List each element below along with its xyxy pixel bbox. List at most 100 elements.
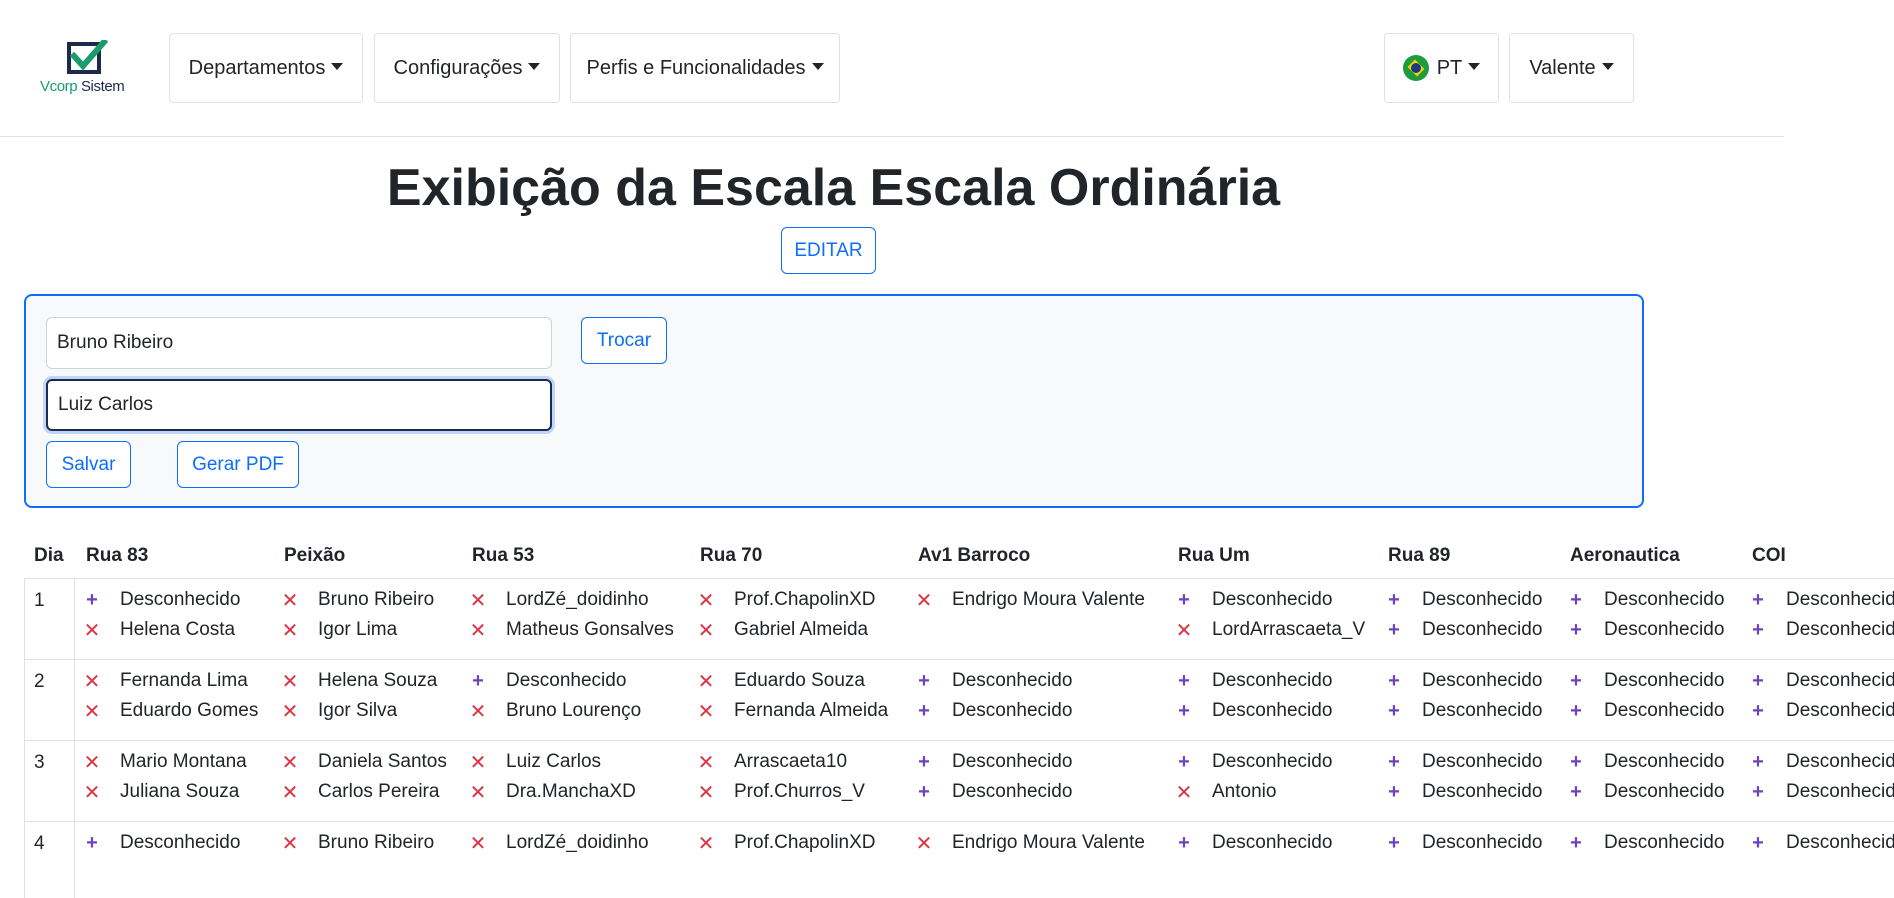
- remove-person-icon[interactable]: ✕: [1174, 618, 1194, 643]
- column-header: Rua 70: [700, 545, 763, 566]
- person-name: Igor Lima: [318, 619, 398, 640]
- remove-person-icon[interactable]: ✕: [280, 699, 300, 724]
- add-person-icon[interactable]: +: [1384, 751, 1404, 774]
- remove-person-icon[interactable]: ✕: [696, 669, 716, 694]
- remove-person-icon[interactable]: ✕: [696, 750, 716, 775]
- add-person-icon[interactable]: +: [82, 589, 102, 612]
- add-person-icon[interactable]: +: [468, 670, 488, 693]
- add-person-icon[interactable]: +: [1748, 589, 1768, 612]
- column-header: Rua Um: [1178, 545, 1250, 566]
- add-person-icon[interactable]: +: [1174, 700, 1194, 723]
- add-person-icon[interactable]: +: [1174, 589, 1194, 612]
- add-person-icon[interactable]: +: [1384, 589, 1404, 612]
- remove-person-icon[interactable]: ✕: [82, 669, 102, 694]
- remove-person-icon[interactable]: ✕: [696, 780, 716, 805]
- add-person-icon[interactable]: +: [1384, 700, 1404, 723]
- brazil-flag-icon: [1402, 55, 1429, 81]
- schedule-entry: +Desconhecido: [1174, 747, 1332, 777]
- add-person-icon[interactable]: +: [1566, 781, 1586, 804]
- person-name: Gabriel Almeida: [734, 619, 869, 640]
- add-person-icon[interactable]: +: [1748, 619, 1768, 642]
- add-person-icon[interactable]: +: [1566, 619, 1586, 642]
- column-header: Peixão: [284, 545, 346, 566]
- person-name: Desconhecido: [1604, 670, 1725, 691]
- add-person-icon[interactable]: +: [1748, 832, 1768, 855]
- menu-perfis[interactable]: Perfis e Funcionalidades: [570, 33, 840, 103]
- remove-person-icon[interactable]: ✕: [468, 750, 488, 775]
- schedule-entry: ✕ Helena Souza: [280, 666, 438, 696]
- add-person-icon[interactable]: +: [1174, 670, 1194, 693]
- add-person-icon[interactable]: +: [1566, 832, 1586, 855]
- add-person-icon[interactable]: +: [1566, 589, 1586, 612]
- add-person-icon[interactable]: +: [914, 670, 934, 693]
- logo[interactable]: Vcorp Sistem: [40, 40, 132, 96]
- remove-person-icon[interactable]: ✕: [468, 588, 488, 613]
- remove-person-icon[interactable]: ✕: [468, 699, 488, 724]
- remove-person-icon[interactable]: ✕: [280, 588, 300, 613]
- person-name: Endrigo Moura Valente: [952, 589, 1145, 610]
- remove-person-icon[interactable]: ✕: [82, 780, 102, 805]
- add-person-icon[interactable]: +: [1566, 700, 1586, 723]
- person-name: LordZé_doidinho: [506, 589, 649, 610]
- schedule-entry: ✕ Helena Costa: [82, 615, 236, 645]
- remove-person-icon[interactable]: ✕: [82, 750, 102, 775]
- remove-person-icon[interactable]: ✕: [280, 780, 300, 805]
- column-header: Av1 Barroco: [918, 545, 1031, 566]
- remove-person-icon[interactable]: ✕: [280, 618, 300, 643]
- row-divider: [24, 821, 1894, 822]
- remove-person-icon[interactable]: ✕: [280, 750, 300, 775]
- swap-button[interactable]: Trocar: [581, 317, 667, 364]
- menu-departamentos[interactable]: Departamentos: [169, 33, 363, 103]
- save-button[interactable]: Salvar: [46, 441, 131, 488]
- generate-pdf-button[interactable]: Gerar PDF: [177, 441, 299, 488]
- remove-person-icon[interactable]: ✕: [82, 618, 102, 643]
- user-menu[interactable]: Valente: [1509, 33, 1634, 103]
- person-name: Matheus Gonsalves: [506, 619, 674, 640]
- person-one-input[interactable]: Bruno Ribeiro: [46, 317, 552, 369]
- schedule-entry: +Desconhecido: [1174, 585, 1332, 615]
- person-name: Desconhecido: [952, 781, 1073, 802]
- day-number: 1: [34, 590, 45, 611]
- edit-button[interactable]: EDITAR: [781, 227, 876, 274]
- person-name: Desconhecido: [1212, 700, 1333, 721]
- add-person-icon[interactable]: +: [1174, 751, 1194, 774]
- remove-person-icon[interactable]: ✕: [280, 669, 300, 694]
- remove-person-icon[interactable]: ✕: [468, 618, 488, 643]
- remove-person-icon[interactable]: ✕: [468, 780, 488, 805]
- add-person-icon[interactable]: +: [1566, 751, 1586, 774]
- person-name: Desconhecido: [1604, 619, 1725, 640]
- add-person-icon[interactable]: +: [1384, 781, 1404, 804]
- add-person-icon[interactable]: +: [1748, 700, 1768, 723]
- person-two-input[interactable]: Luiz Carlos: [46, 379, 552, 431]
- add-person-icon[interactable]: +: [1748, 781, 1768, 804]
- add-person-icon[interactable]: +: [82, 832, 102, 855]
- remove-person-icon[interactable]: ✕: [82, 699, 102, 724]
- person-name: Desconhecido: [1422, 781, 1543, 802]
- add-person-icon[interactable]: +: [1384, 670, 1404, 693]
- add-person-icon[interactable]: +: [914, 700, 934, 723]
- remove-person-icon[interactable]: ✕: [1174, 780, 1194, 805]
- schedule-entry: ✕ LordZé_doidinho: [468, 585, 649, 615]
- schedule-entry: ✕ Antonio: [1174, 777, 1277, 807]
- remove-person-icon[interactable]: ✕: [914, 831, 934, 856]
- remove-person-icon[interactable]: ✕: [696, 699, 716, 724]
- remove-person-icon[interactable]: ✕: [914, 588, 934, 613]
- menu-configuracoes[interactable]: Configurações: [374, 33, 560, 103]
- add-person-icon[interactable]: +: [1384, 619, 1404, 642]
- language-selector[interactable]: PT: [1384, 33, 1499, 103]
- remove-person-icon[interactable]: ✕: [696, 831, 716, 856]
- add-person-icon[interactable]: +: [1748, 670, 1768, 693]
- remove-person-icon[interactable]: ✕: [468, 831, 488, 856]
- remove-person-icon[interactable]: ✕: [696, 618, 716, 643]
- add-person-icon[interactable]: +: [1566, 670, 1586, 693]
- add-person-icon[interactable]: +: [1384, 832, 1404, 855]
- schedule-entry: ✕ Luiz Carlos: [468, 747, 601, 777]
- add-person-icon[interactable]: +: [914, 751, 934, 774]
- schedule-entry: +Desconhecido: [1174, 828, 1332, 858]
- schedule-entry: +Desconhecido: [1748, 615, 1894, 645]
- remove-person-icon[interactable]: ✕: [280, 831, 300, 856]
- add-person-icon[interactable]: +: [1748, 751, 1768, 774]
- remove-person-icon[interactable]: ✕: [696, 588, 716, 613]
- add-person-icon[interactable]: +: [914, 781, 934, 804]
- add-person-icon[interactable]: +: [1174, 832, 1194, 855]
